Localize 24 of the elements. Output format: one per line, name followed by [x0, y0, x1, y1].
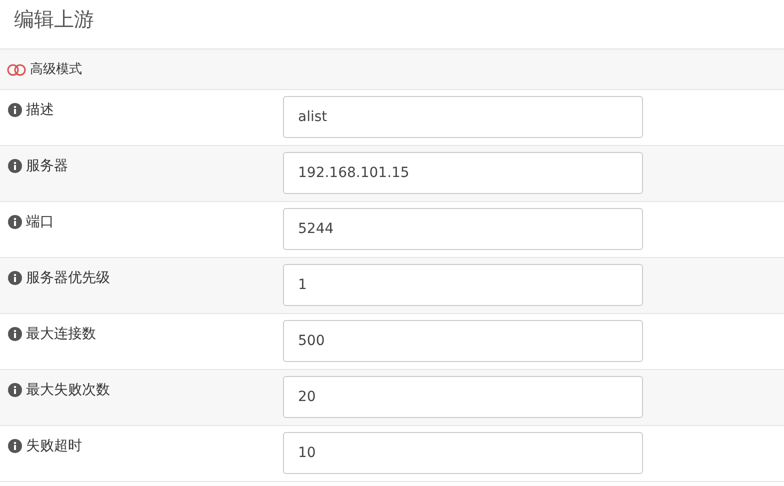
info-icon[interactable]: [8, 271, 22, 285]
input-field[interactable]: 192.168.101.15: [283, 152, 643, 194]
input-field[interactable]: 5244: [283, 208, 643, 250]
field-label: 服务器优先级: [26, 269, 110, 288]
field-label: 失败超时: [26, 437, 82, 456]
info-icon[interactable]: [8, 383, 22, 397]
info-icon[interactable]: [8, 159, 22, 173]
info-icon[interactable]: [8, 103, 22, 117]
advanced-mode-label: 高级模式: [30, 60, 82, 79]
field-label: 最大连接数: [26, 325, 96, 344]
info-icon[interactable]: [8, 215, 22, 229]
toggle-icon[interactable]: [7, 64, 27, 76]
input-field[interactable]: 20: [283, 376, 643, 418]
input-field[interactable]: 1: [283, 264, 643, 306]
field-label: 端口: [26, 213, 54, 232]
input-field[interactable]: alist: [283, 96, 643, 138]
input-field[interactable]: 10: [283, 432, 643, 474]
info-icon[interactable]: [8, 439, 22, 453]
field-label: 最大失败次数: [26, 381, 110, 400]
field-label: 服务器: [26, 157, 68, 176]
input-field[interactable]: 500: [283, 320, 643, 362]
page-title: 编辑上游: [14, 6, 94, 33]
field-label: 描述: [26, 101, 54, 120]
info-icon[interactable]: [8, 327, 22, 341]
